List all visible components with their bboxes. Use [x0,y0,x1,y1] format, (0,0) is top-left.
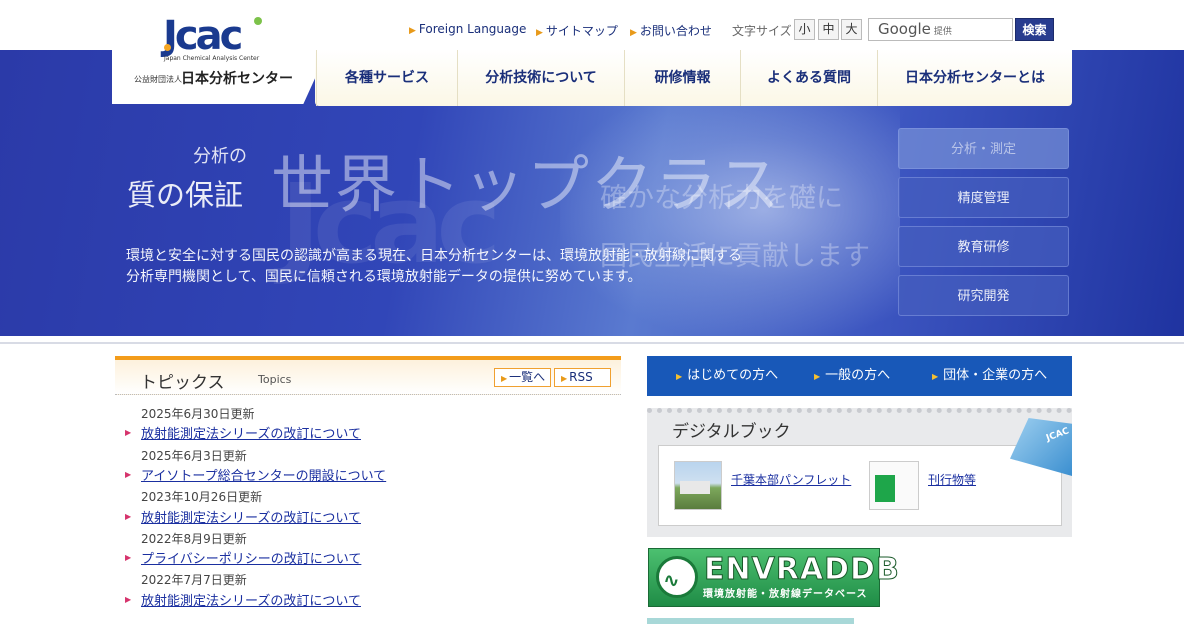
topic-link[interactable]: アイソトープ総合センターの開設について [141,465,386,484]
digital-book-title: デジタルブック [672,422,791,442]
topic-link[interactable]: 放射能測定法シリーズの改訂について [141,423,361,442]
google-brand: Google [878,20,931,38]
font-size-large-button[interactable]: 大 [841,19,862,40]
hero-description: 環境と安全に対する国民の認識が高まる現在、日本分析センターは、環境放射能・放射線… [126,248,742,285]
logo-dot-icon [164,44,171,51]
arrow-icon: ▶ [501,374,508,383]
hero-button-research[interactable]: 研究開発 [898,275,1069,316]
nav-item-technology[interactable]: 分析技術について [457,50,624,106]
topic-date: 2022年8月9日更新 [141,532,247,546]
publication-link[interactable]: 刊行物等 [928,471,976,488]
arrow-icon: ▶ [561,374,568,383]
topics-subtitle: Topics [258,373,292,386]
arrow-icon: ▶ [676,372,683,381]
arrow-icon: ▶ [630,28,637,38]
nav-item-training[interactable]: 研修情報 [624,50,740,106]
envraddb-subtitle: 環境放射能・放射線データベース [703,589,868,600]
arrow-icon: ▶ [409,26,416,36]
nav-item-about[interactable]: 日本分析センターとは [877,50,1072,106]
logo-org-type: 公益財団法人 [134,75,182,84]
arrow-icon: ▶ [814,372,821,381]
topic-link[interactable]: プライバシーポリシーの改訂について [141,548,361,567]
font-size-label: 文字サイズ [732,24,792,38]
topic-date: 2022年7月7日更新 [141,573,247,587]
publication-cover-accent [875,475,895,502]
bullet-arrow-icon: ▶ [125,512,132,521]
audience-link-organizations[interactable]: ▶ 団体・企業の方へ [932,356,1047,396]
bullet-arrow-icon: ▶ [125,595,132,604]
logo-mark: Jcac [163,13,243,59]
hero-divider [0,336,1184,344]
topic-date: 2025年6月3日更新 [141,449,247,463]
logo-dot-icon [254,17,262,25]
topic-date: 2025年6月30日更新 [141,407,255,421]
nav-item-faq[interactable]: よくある質問 [740,50,877,106]
bullet-arrow-icon: ▶ [125,553,132,562]
next-banner[interactable] [647,618,854,624]
sitemap-link[interactable]: ▶ サイトマップ [536,22,618,39]
hero-button-quality-control[interactable]: 精度管理 [898,177,1069,218]
audience-link-general[interactable]: ▶ 一般の方へ [814,356,890,396]
hero-button-education[interactable]: 教育研修 [898,226,1069,267]
nav-item-services[interactable]: 各種サービス [316,50,457,106]
bullet-arrow-icon: ▶ [125,428,132,437]
hero-small-line1: 分析の [193,146,247,167]
logo-english-name: Japan Chemical Analysis Center [164,55,260,62]
search-button[interactable]: 検索 [1015,18,1054,41]
font-size-medium-button[interactable]: 中 [818,19,839,40]
contact-link[interactable]: ▶ お問い合わせ [630,22,712,39]
topic-link[interactable]: 放射能測定法シリーズの改訂について [141,507,361,526]
topics-list-button[interactable]: ▶ 一覧へ [494,368,551,387]
search-provider-label: 提供 [933,27,952,37]
arrow-icon: ▶ [536,28,543,38]
envraddb-title: ENVRADDB [704,552,900,588]
topics-title: トピックス [140,373,225,393]
hero-small-line2: 質の保証 [127,178,244,212]
topics-rss-button[interactable]: ▶ RSS [554,368,611,387]
bullet-arrow-icon: ▶ [125,470,132,479]
topic-date: 2023年10月26日更新 [141,490,263,504]
logo-japanese-name: 日本分析センター [181,71,293,87]
hero-button-analysis[interactable]: 分析・測定 [898,128,1069,169]
topic-link[interactable]: 放射能測定法シリーズの改訂について [141,590,361,609]
building-shape [680,481,710,494]
font-size-small-button[interactable]: 小 [794,19,815,40]
foreign-language-link[interactable]: ▶ Foreign Language [409,22,526,36]
wave-icon: ∿ [663,568,680,592]
pamphlet-link[interactable]: 千葉本部パンフレット [731,471,851,488]
audience-link-first-time[interactable]: ▶ はじめての方へ [676,356,778,396]
search-input[interactable]: Google 提供 [868,18,1013,41]
arrow-icon: ▶ [932,372,939,381]
